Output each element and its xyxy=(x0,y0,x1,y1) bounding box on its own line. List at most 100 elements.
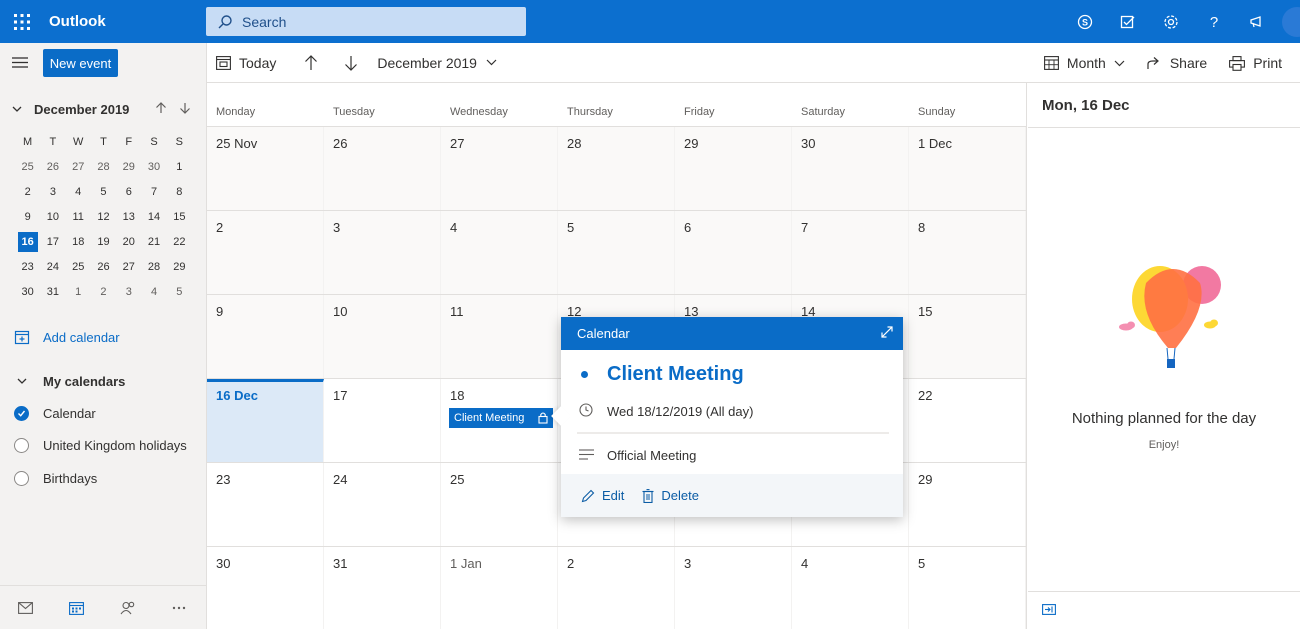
mini-day[interactable]: 9 xyxy=(15,211,40,223)
day-cell[interactable]: 23 xyxy=(207,463,324,546)
mini-day[interactable]: 30 xyxy=(141,161,166,173)
add-calendar-link[interactable]: Add calendar xyxy=(0,323,207,351)
mini-day[interactable]: 4 xyxy=(66,186,91,198)
day-cell-today[interactable]: 16 Dec xyxy=(207,379,324,462)
mini-day[interactable]: 31 xyxy=(40,286,65,298)
day-cell[interactable]: 8 xyxy=(909,211,1026,294)
mini-day[interactable]: 3 xyxy=(116,286,141,298)
mini-day[interactable]: 26 xyxy=(40,161,65,173)
day-cell[interactable]: 7 xyxy=(792,211,909,294)
next-month-icon[interactable] xyxy=(173,101,197,117)
avatar[interactable] xyxy=(1282,6,1300,37)
checkbox-unchecked-icon[interactable] xyxy=(0,437,43,453)
mini-day[interactable]: 25 xyxy=(66,261,91,273)
mini-day[interactable]: 11 xyxy=(66,211,91,223)
skype-icon[interactable]: S xyxy=(1063,0,1106,43)
mini-day[interactable]: 13 xyxy=(116,211,141,223)
mini-day[interactable]: 28 xyxy=(91,161,116,173)
previous-month-icon[interactable] xyxy=(149,101,173,117)
mini-day-selected[interactable]: 16 xyxy=(15,231,40,252)
day-cell[interactable]: 5 xyxy=(558,211,675,294)
mini-day[interactable]: 6 xyxy=(116,186,141,198)
my-calendars-group[interactable]: My calendars xyxy=(0,367,207,395)
day-cell[interactable]: 4 xyxy=(441,211,558,294)
my-day-icon[interactable] xyxy=(1106,0,1149,43)
share-button[interactable]: Share xyxy=(1147,43,1207,83)
people-icon[interactable] xyxy=(102,601,153,615)
app-name[interactable]: Outlook xyxy=(49,13,199,30)
day-cell[interactable]: 15 xyxy=(909,295,1026,378)
delete-button[interactable]: Delete xyxy=(642,488,699,503)
calendar-item-birthdays[interactable]: Birthdays xyxy=(0,464,207,492)
mini-day[interactable]: 29 xyxy=(116,161,141,173)
day-cell[interactable]: 24 xyxy=(324,463,441,546)
mini-day[interactable]: 24 xyxy=(40,261,65,273)
mini-day[interactable]: 12 xyxy=(91,211,116,223)
search-input[interactable]: Search xyxy=(206,7,526,36)
collapse-pane-icon[interactable] xyxy=(1042,603,1056,618)
day-cell[interactable]: 1 Jan xyxy=(441,547,558,629)
new-event-button[interactable]: New event xyxy=(43,49,118,77)
mini-day[interactable]: 2 xyxy=(91,286,116,298)
mini-day[interactable]: 4 xyxy=(141,286,166,298)
day-cell[interactable]: 4 xyxy=(792,547,909,629)
day-cell[interactable]: 22 xyxy=(909,379,1026,462)
mini-day[interactable]: 7 xyxy=(141,186,166,198)
mini-day[interactable]: 28 xyxy=(141,261,166,273)
mini-day[interactable]: 30 xyxy=(15,286,40,298)
day-cell[interactable]: 3 xyxy=(324,211,441,294)
mini-day[interactable]: 22 xyxy=(167,236,192,248)
date-range-dropdown[interactable]: December 2019 xyxy=(377,43,497,83)
event-chip[interactable]: Client Meeting xyxy=(449,408,553,428)
mini-day[interactable]: 27 xyxy=(116,261,141,273)
day-cell[interactable]: 30 xyxy=(792,127,909,210)
day-cell[interactable]: 28 xyxy=(558,127,675,210)
collapse-chevron-icon[interactable] xyxy=(12,104,22,114)
previous-period-icon[interactable] xyxy=(304,43,318,83)
day-cell[interactable]: 6 xyxy=(675,211,792,294)
print-button[interactable]: Print xyxy=(1229,43,1282,83)
mini-day[interactable]: 1 xyxy=(167,161,192,173)
day-cell[interactable]: 26 xyxy=(324,127,441,210)
help-icon[interactable]: ? xyxy=(1192,0,1235,43)
more-icon[interactable] xyxy=(153,606,204,610)
calendar-item-uk-holidays[interactable]: United Kingdom holidays xyxy=(0,431,207,459)
next-period-icon[interactable] xyxy=(344,43,358,83)
mini-day[interactable]: 18 xyxy=(66,236,91,248)
mini-day[interactable]: 21 xyxy=(141,236,166,248)
day-cell[interactable]: 25 xyxy=(441,463,558,546)
day-cell[interactable]: 3 xyxy=(675,547,792,629)
day-cell[interactable]: 5 xyxy=(909,547,1026,629)
mini-day[interactable]: 19 xyxy=(91,236,116,248)
mini-day[interactable]: 15 xyxy=(167,211,192,223)
day-cell[interactable]: 11 xyxy=(441,295,558,378)
mini-day[interactable]: 27 xyxy=(66,161,91,173)
day-cell[interactable]: 27 xyxy=(441,127,558,210)
day-cell[interactable]: 10 xyxy=(324,295,441,378)
mini-day[interactable]: 3 xyxy=(40,186,65,198)
expand-icon[interactable] xyxy=(880,325,894,342)
day-cell[interactable]: 29 xyxy=(675,127,792,210)
day-cell[interactable]: 1 Dec xyxy=(909,127,1026,210)
mini-day[interactable]: 25 xyxy=(15,161,40,173)
mini-day[interactable]: 29 xyxy=(167,261,192,273)
mini-day[interactable]: 23 xyxy=(15,261,40,273)
mini-day[interactable]: 5 xyxy=(167,286,192,298)
day-cell[interactable]: 25 Nov xyxy=(207,127,324,210)
mini-day[interactable]: 5 xyxy=(91,186,116,198)
mini-day[interactable]: 8 xyxy=(167,186,192,198)
feedback-icon[interactable] xyxy=(1235,0,1278,43)
day-cell[interactable]: 2 xyxy=(207,211,324,294)
mail-icon[interactable] xyxy=(0,601,51,614)
day-cell[interactable]: 29 xyxy=(909,463,1026,546)
checkbox-checked-icon[interactable] xyxy=(0,405,43,421)
mini-day[interactable]: 10 xyxy=(40,211,65,223)
day-cell[interactable]: 17 xyxy=(324,379,441,462)
edit-button[interactable]: Edit xyxy=(581,488,624,503)
view-switcher-button[interactable]: Month xyxy=(1043,43,1125,83)
day-cell[interactable]: 31 xyxy=(324,547,441,629)
day-cell[interactable]: 9 xyxy=(207,295,324,378)
today-button[interactable]: Today xyxy=(216,43,276,83)
calendar-item-calendar[interactable]: Calendar xyxy=(0,399,207,427)
mini-day[interactable]: 17 xyxy=(40,236,65,248)
